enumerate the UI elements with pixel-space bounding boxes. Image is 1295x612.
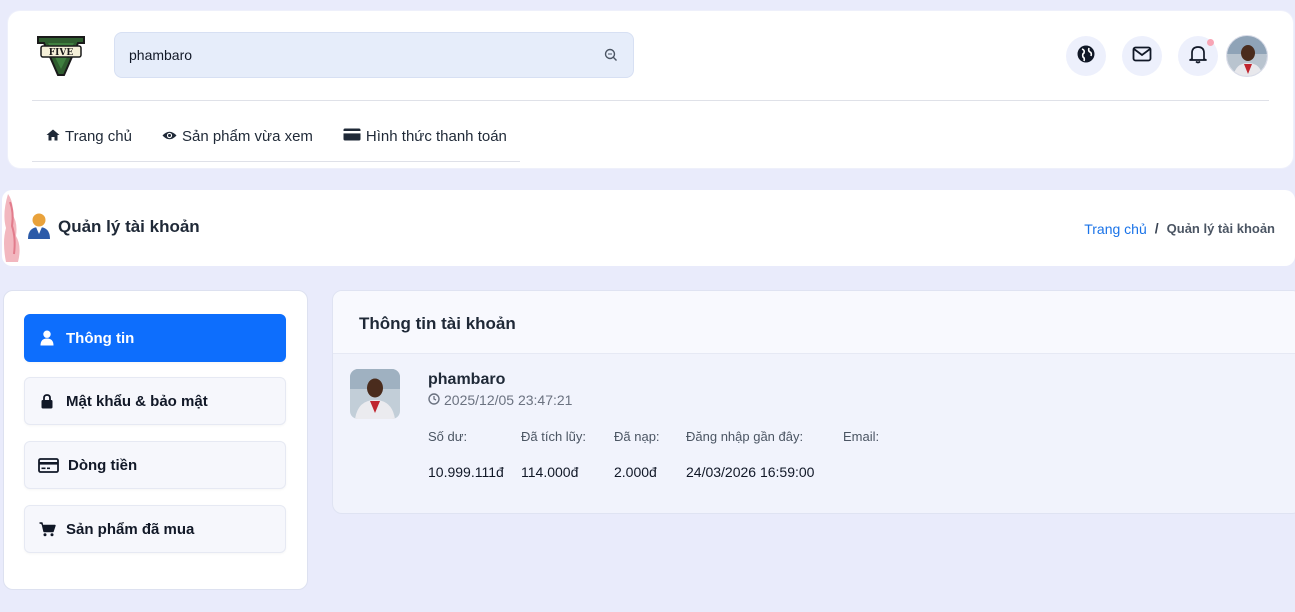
nav-label: Sản phẩm vừa xem xyxy=(181,127,313,145)
site-logo[interactable]: FIVE xyxy=(34,33,88,79)
card-title: Thông tin tài khoản xyxy=(359,314,516,333)
nav-label: Hình thức thanh toán xyxy=(365,127,507,145)
stat-label-accumulated: Đã tích lũy: xyxy=(521,429,587,444)
header-divider xyxy=(32,100,1269,101)
created-date-text: 2025/12/05 23:47:21 xyxy=(444,392,573,408)
stat-value-last-login: 24/03/2026 16:59:00 xyxy=(686,464,815,480)
stat-value-balance: 10.999.111đ xyxy=(428,464,504,480)
sidebar-item-info[interactable]: Thông tin xyxy=(24,314,286,362)
account-manager-icon xyxy=(27,212,51,240)
stat-label-email: Email: xyxy=(843,429,880,444)
account-info-card: Thông tin tài khoản phambaro 2025/12/05 … xyxy=(332,290,1295,514)
sidebar-item-label: Mật khẩu & bảo mật xyxy=(66,392,208,410)
nav-item-recently-viewed[interactable]: Sản phẩm vừa xem xyxy=(148,123,329,149)
user-icon xyxy=(37,329,57,347)
eye-icon xyxy=(162,128,177,145)
sidebar-item-cashflow[interactable]: Dòng tiền xyxy=(24,441,286,489)
sidebar-item-label: Thông tin xyxy=(66,329,135,347)
home-icon xyxy=(46,128,60,145)
page-header: Quản lý tài khoản Trang chủ / Quản lý tà… xyxy=(2,190,1295,266)
breadcrumb-current: Quản lý tài khoản xyxy=(1166,220,1275,236)
account-created-date: 2025/12/05 23:47:21 xyxy=(428,392,572,408)
user-avatar[interactable] xyxy=(1226,35,1268,77)
sidebar-item-label: Sản phẩm đã mua xyxy=(66,520,195,538)
nav-item-home[interactable]: Trang chủ xyxy=(32,123,148,149)
sidebar-item-purchased[interactable]: Sản phẩm đã mua xyxy=(24,505,286,553)
breadcrumb: Trang chủ / Quản lý tài khoản xyxy=(1084,219,1275,237)
stat-value-deposited: 2.000đ xyxy=(614,464,657,480)
messages-button[interactable] xyxy=(1122,36,1162,76)
cart-icon xyxy=(37,520,57,538)
search-input[interactable] xyxy=(129,47,603,63)
sidebar-item-security[interactable]: Mật khẩu & bảo mật xyxy=(24,377,286,425)
bell-icon xyxy=(1189,44,1207,69)
card-header: Thông tin tài khoản xyxy=(333,291,1295,354)
nav-label: Trang chủ xyxy=(65,127,132,145)
nav-divider xyxy=(32,161,520,162)
notification-badge xyxy=(1207,39,1214,46)
svg-text:FIVE: FIVE xyxy=(49,48,74,58)
sidebar-item-label: Dòng tiền xyxy=(68,456,138,474)
page-title: Quản lý tài khoản xyxy=(58,217,200,236)
stat-label-deposited: Đã nạp: xyxy=(614,429,660,444)
main-nav: Trang chủ Sản phẩm vừa xem Hình thức tha… xyxy=(32,123,523,149)
stat-label-balance: Số dư: xyxy=(428,429,468,444)
clock-icon xyxy=(428,392,440,408)
credit-card-icon xyxy=(343,128,361,145)
breadcrumb-separator: / xyxy=(1154,220,1159,236)
account-username: phambaro xyxy=(428,371,506,388)
lock-icon xyxy=(37,392,57,410)
decorative-figure xyxy=(2,192,26,264)
nav-item-payment-methods[interactable]: Hình thức thanh toán xyxy=(329,123,523,149)
credit-card-icon xyxy=(37,456,59,474)
breadcrumb-home-link[interactable]: Trang chủ xyxy=(1084,221,1147,237)
account-sidebar: Thông tin Mật khẩu & bảo mật Dòng tiền S… xyxy=(3,290,308,590)
mail-icon xyxy=(1132,46,1152,67)
search-icon[interactable] xyxy=(603,47,619,63)
stat-value-accumulated: 114.000đ xyxy=(521,464,579,480)
header: FIVE phambaro Trang chủ Sản phẩm vừa xem… xyxy=(8,11,1293,168)
stat-label-last-login: Đăng nhập gần đây: xyxy=(686,429,804,444)
language-button[interactable] xyxy=(1066,36,1106,76)
search-bar xyxy=(114,32,634,78)
globe-icon xyxy=(1076,44,1096,69)
account-avatar xyxy=(350,369,400,419)
notifications-button[interactable] xyxy=(1178,36,1218,76)
